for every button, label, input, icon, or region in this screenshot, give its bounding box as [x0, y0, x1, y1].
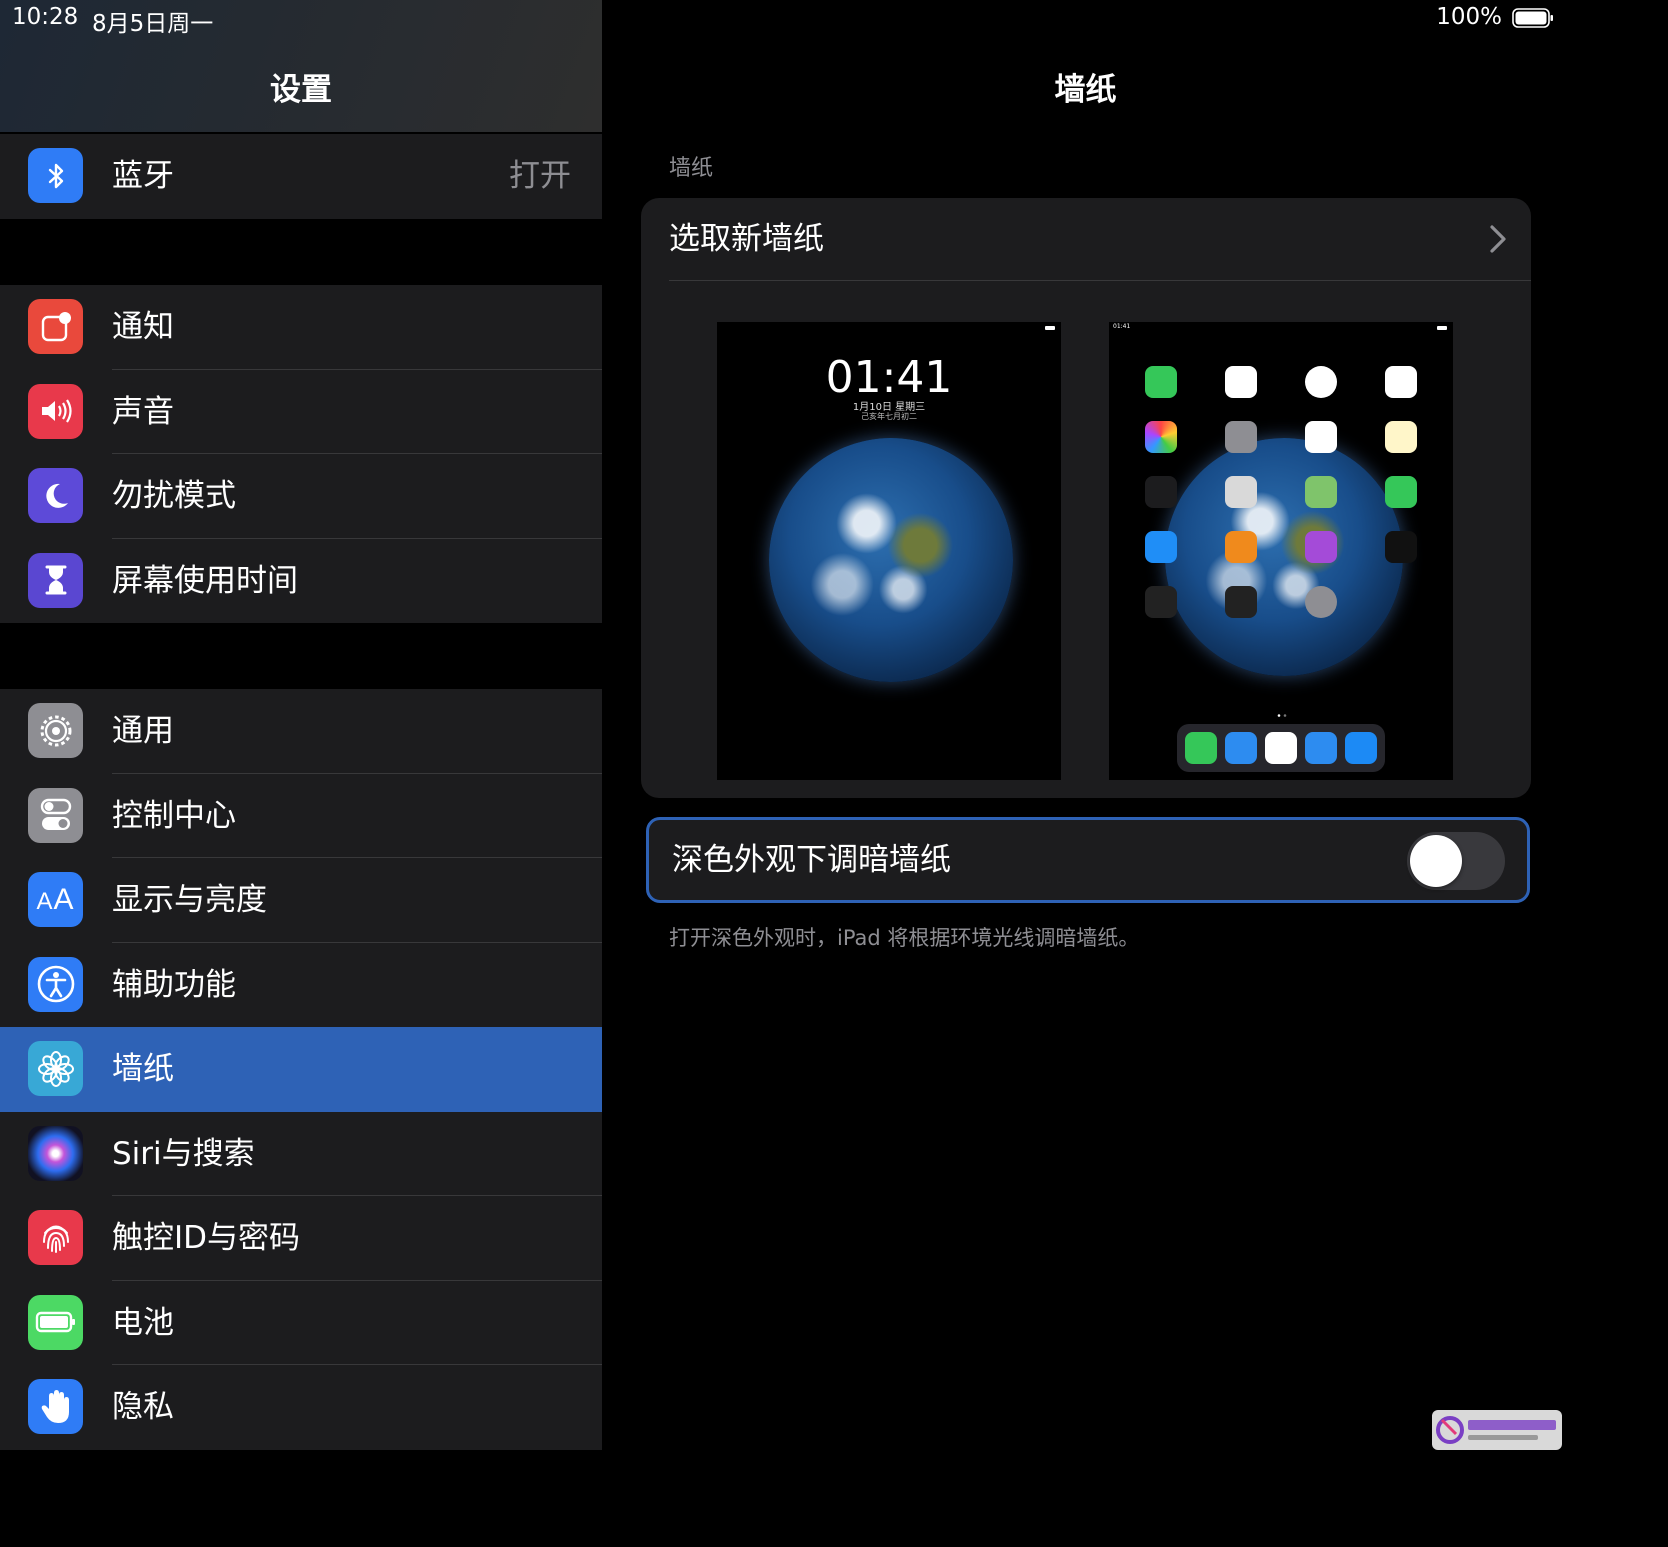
find-my-app-icon	[1385, 476, 1417, 508]
safari-app-icon	[1225, 732, 1257, 764]
sidebar-item-notifications[interactable]: 通知	[0, 285, 602, 370]
sidebar-item-siri-search[interactable]: Siri与搜索	[0, 1112, 602, 1196]
sidebar-item-accessibility[interactable]: 辅助功能	[0, 943, 602, 1028]
tv-app-icon	[1385, 531, 1417, 563]
hourglass-icon	[28, 552, 83, 608]
measure-app-icon	[1225, 586, 1257, 618]
sidebar-title: 设置	[270, 72, 332, 108]
toggle-knob	[1410, 835, 1462, 887]
sidebar-item-display-brightness[interactable]: AA 显示与亮度	[0, 858, 602, 943]
sidebar-item-control-center[interactable]: 控制中心	[0, 774, 602, 858]
bluetooth-status: 打开	[509, 158, 571, 194]
bluetooth-icon	[28, 148, 83, 203]
books-app-icon	[1225, 531, 1257, 563]
sidebar-item-label: 电池	[112, 1304, 174, 1341]
home-preview-time: 01:41	[1113, 323, 1131, 330]
choose-new-wallpaper-label: 选取新墙纸	[669, 221, 824, 257]
messages-app-icon	[1185, 732, 1217, 764]
sidebar-item-label: 屏幕使用时间	[112, 562, 298, 599]
hand-icon	[28, 1379, 83, 1434]
sidebar-item-label: 触控ID与密码	[112, 1220, 301, 1256]
settings-group-notifications: 通知 声音 勿扰模式 屏幕使用时间	[0, 285, 602, 623]
choose-new-wallpaper-row[interactable]: 选取新墙纸	[641, 198, 1531, 280]
gear-icon	[28, 703, 83, 758]
sidebar-item-label: 声音	[112, 393, 174, 430]
sidebar-item-label: 隐私	[112, 1389, 174, 1425]
sidebar-item-label: 墙纸	[112, 1051, 174, 1087]
sidebar-item-label: 勿扰模式	[112, 478, 236, 514]
battery-percent: 100%	[1436, 4, 1502, 30]
dim-wallpaper-footnote: 打开深色外观时，iPad 将根据环境光线调暗墙纸。	[669, 926, 1140, 950]
settings-app-icon	[1305, 586, 1337, 618]
moon-icon	[28, 468, 83, 523]
accessibility-icon	[28, 956, 83, 1012]
fingerprint-icon	[28, 1210, 83, 1265]
maps-app-icon	[1305, 476, 1337, 508]
sidebar-item-label: 蓝牙	[112, 158, 174, 194]
wallpaper-detail-pane: 墙纸 墙纸 选取新墙纸 01:41 1月10日 星期三 己亥年七月初二 01:4…	[603, 0, 1568, 1454]
dim-wallpaper-toggle[interactable]	[1407, 832, 1505, 890]
earth-wallpaper-image	[769, 438, 1013, 682]
notes-app-icon	[1385, 421, 1417, 453]
settings-group-connectivity: 蓝牙 打开	[0, 134, 602, 219]
page-title: 墙纸	[1054, 72, 1117, 108]
dim-wallpaper-label: 深色外观下调暗墙纸	[672, 842, 951, 878]
contacts-app-icon	[1225, 476, 1257, 508]
facetime-app-icon	[1145, 366, 1177, 398]
reminders-app-icon	[1305, 421, 1337, 453]
sidebar-item-label: 辅助功能	[112, 966, 236, 1003]
voice-memos-app-icon	[1145, 476, 1177, 508]
status-bar: 10:28 8月5日周一 100%	[0, 0, 1568, 38]
sidebar-item-label: 控制中心	[112, 797, 236, 834]
app-store-app-icon	[1145, 531, 1177, 563]
home-app-icon	[1385, 366, 1417, 398]
sidebar-item-touch-id-passcode[interactable]: 触控ID与密码	[0, 1196, 602, 1281]
site-watermark-logo	[1432, 1410, 1562, 1450]
files-app-icon	[1345, 732, 1377, 764]
music-app-icon	[1265, 732, 1297, 764]
battery-icon	[28, 1294, 83, 1350]
sidebar-item-battery[interactable]: 电池	[0, 1281, 602, 1365]
section-header: 墙纸	[669, 156, 714, 181]
earth-wallpaper-image	[1165, 438, 1403, 676]
sidebar-item-wallpaper[interactable]: 墙纸	[0, 1027, 602, 1112]
sidebar-item-sounds[interactable]: 声音	[0, 370, 602, 454]
lock-preview-lunar-date: 己亥年七月初二	[861, 412, 917, 421]
clock-app-icon	[1305, 366, 1337, 398]
status-date: 8月5日周一	[92, 11, 214, 37]
sidebar-item-screen-time[interactable]: 屏幕使用时间	[0, 539, 602, 624]
sidebar-item-label: 显示与亮度	[112, 882, 267, 918]
siri-icon	[28, 1125, 83, 1181]
sidebar-item-privacy[interactable]: 隐私	[0, 1365, 602, 1450]
lock-screen-preview[interactable]: 01:41 1月10日 星期三 己亥年七月初二	[717, 322, 1061, 780]
lock-preview-time: 01:41	[825, 352, 953, 403]
status-time: 10:28	[12, 4, 79, 30]
sidebar-item-do-not-disturb[interactable]: 勿扰模式	[0, 454, 602, 539]
camera-app-icon	[1225, 421, 1257, 453]
mail-app-icon	[1305, 732, 1337, 764]
sidebar-item-label: 通知	[112, 309, 174, 345]
stocks-app-icon	[1145, 586, 1177, 618]
text-size-icon: AA	[28, 872, 83, 927]
notifications-icon	[28, 299, 83, 354]
settings-group-general: 通用 控制中心 AA 显示与亮度 辅助功能 墙纸 Siri与搜索 触控ID与密码…	[0, 689, 602, 1450]
battery-icon	[1512, 8, 1553, 28]
home-screen-preview[interactable]: 01:41	[1109, 322, 1453, 780]
toggles-icon	[28, 787, 83, 843]
sidebar-item-general[interactable]: 通用	[0, 689, 602, 774]
dock	[1177, 724, 1385, 772]
sidebar-item-label: 通用	[112, 713, 174, 749]
sound-icon	[28, 383, 83, 439]
sidebar-item-label: Siri与搜索	[112, 1135, 255, 1172]
podcasts-app-icon	[1305, 531, 1337, 563]
calendar-app-icon	[1225, 366, 1257, 398]
sidebar-item-bluetooth[interactable]: 蓝牙 打开	[0, 134, 602, 219]
dim-wallpaper-row: 深色外观下调暗墙纸	[646, 817, 1530, 903]
settings-sidebar: 设置 蓝牙 打开 通知 声音 勿扰模式 屏幕使用时间 通用 控制中心 AA 显示…	[0, 0, 602, 1454]
chevron-right-icon	[1490, 225, 1506, 253]
flower-icon	[28, 1041, 83, 1096]
page-dots	[1277, 714, 1287, 717]
wallpaper-card: 选取新墙纸 01:41 1月10日 星期三 己亥年七月初二 01:41	[641, 198, 1531, 798]
photos-app-icon	[1145, 421, 1177, 453]
